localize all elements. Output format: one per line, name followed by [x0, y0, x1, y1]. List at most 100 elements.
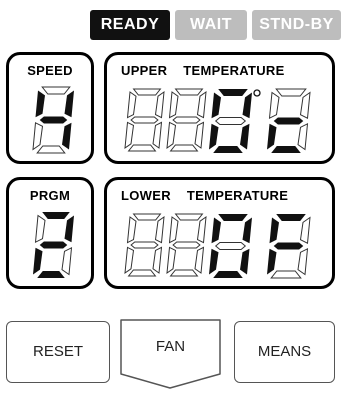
- segment-f: [168, 91, 179, 119]
- segment-c: [240, 123, 250, 150]
- segment-f: [126, 216, 137, 244]
- segment-e: [267, 248, 277, 275]
- segment-b: [242, 217, 252, 244]
- segment-a: [42, 212, 70, 219]
- segment-a: [275, 88, 307, 97]
- segment-d: [169, 144, 199, 152]
- status-wait: WAIT: [175, 10, 247, 40]
- segment-c: [152, 121, 163, 149]
- upper-digit-3: [209, 89, 252, 153]
- reset-button-label: RESET: [32, 343, 83, 360]
- segment-c: [194, 121, 205, 149]
- segment-a: [174, 213, 204, 221]
- program-digit: [33, 212, 74, 278]
- segment-d: [213, 271, 243, 278]
- fan-button[interactable]: FAN: [118, 318, 223, 390]
- segment-c: [194, 246, 205, 274]
- upper-digit-1: [124, 88, 165, 152]
- segment-b: [154, 215, 165, 244]
- segment-c: [297, 247, 309, 276]
- upper-temperature-panel: UPPER TEMPERATURE: [104, 52, 335, 164]
- degree-icon: [253, 89, 261, 97]
- segment-c: [297, 122, 309, 151]
- segment-e: [124, 121, 135, 150]
- segment-b: [196, 90, 207, 119]
- segment-f: [211, 217, 221, 244]
- segment-g: [214, 242, 247, 250]
- segment-a: [174, 88, 204, 96]
- segment-f: [211, 92, 221, 119]
- segment-e: [166, 246, 177, 275]
- segment-d: [271, 146, 301, 153]
- segment-b: [64, 215, 74, 243]
- means-button-label: MEANS: [257, 343, 312, 360]
- lower-digit-1: [124, 213, 165, 277]
- status-bar: READY WAIT STND-BY: [90, 10, 341, 40]
- segment-e: [209, 123, 219, 150]
- segment-d: [270, 270, 302, 279]
- lower-digit-2: [166, 213, 207, 277]
- segment-b: [299, 91, 311, 119]
- program-panel: PRGM: [6, 177, 94, 289]
- segment-g: [172, 116, 201, 124]
- lower-temperature-title-1: LOWER: [121, 188, 171, 203]
- segment-g: [130, 116, 159, 124]
- segment-b: [299, 216, 311, 244]
- reset-button[interactable]: RESET: [6, 321, 110, 383]
- speed-title: SPEED: [27, 63, 73, 78]
- segment-g: [273, 242, 304, 250]
- status-ready: READY: [90, 10, 170, 40]
- segment-g: [130, 241, 159, 249]
- speed-display: [32, 86, 74, 154]
- segment-a: [132, 213, 162, 221]
- segment-a: [218, 89, 248, 96]
- segment-g: [39, 241, 68, 249]
- segment-e: [166, 121, 177, 150]
- segment-b: [196, 215, 207, 244]
- segment-f: [34, 214, 46, 244]
- segment-c: [62, 122, 72, 150]
- segment-c: [240, 248, 250, 275]
- segment-b: [154, 90, 165, 119]
- lower-temperature-title-2: TEMPERATURE: [186, 188, 289, 203]
- segment-a: [41, 86, 71, 95]
- segment-f: [35, 90, 45, 118]
- segment-d: [169, 269, 199, 277]
- upper-digit-4: [267, 88, 311, 153]
- segment-g: [214, 117, 247, 125]
- segment-e: [33, 247, 43, 275]
- segment-f: [126, 91, 137, 119]
- segment-d: [36, 145, 66, 154]
- segment-a: [132, 88, 162, 96]
- segment-g: [172, 241, 201, 249]
- segment-g: [273, 117, 304, 125]
- segment-d: [37, 271, 65, 278]
- segment-c: [61, 246, 73, 276]
- segment-b: [64, 90, 74, 118]
- segment-b: [242, 92, 252, 119]
- segment-f: [168, 216, 179, 244]
- upper-temperature-title-2: TEMPERATURE: [183, 63, 285, 78]
- lower-digit-3: [209, 214, 252, 278]
- segment-d: [213, 146, 243, 153]
- segment-e: [267, 123, 277, 150]
- program-display: [33, 212, 74, 278]
- segment-e: [209, 248, 219, 275]
- means-button[interactable]: MEANS: [234, 321, 335, 383]
- upper-temperature-display: [124, 88, 311, 153]
- speed-digit: [32, 86, 74, 154]
- fan-button-label: FAN: [155, 338, 186, 355]
- segment-f: [269, 217, 279, 244]
- segment-g: [39, 116, 68, 124]
- segment-e: [124, 246, 135, 275]
- upper-digit-2: [166, 88, 207, 152]
- segment-f: [268, 91, 280, 120]
- lower-temperature-panel: LOWER TEMPERATURE: [104, 177, 335, 289]
- program-title: PRGM: [29, 188, 71, 203]
- segment-e: [32, 122, 44, 151]
- segment-a: [276, 214, 306, 221]
- lower-temperature-display: [124, 213, 311, 279]
- speed-panel: SPEED: [6, 52, 94, 164]
- segment-d: [127, 144, 157, 152]
- segment-a: [218, 214, 248, 221]
